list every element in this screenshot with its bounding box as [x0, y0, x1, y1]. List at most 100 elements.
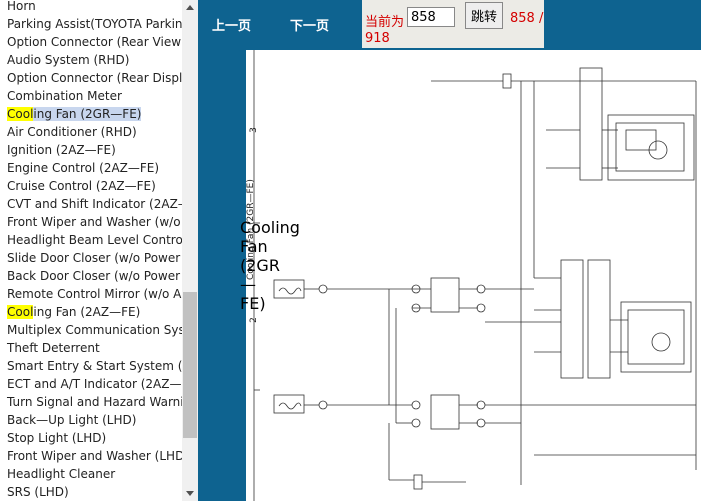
sidebar-item-label: Smart Entry & Start System (L: [7, 359, 182, 373]
sidebar-item-text: Front Wiper and Washer (LHD: [7, 449, 182, 463]
sidebar-item-label: Parking Assist(TOYOTA Parking: [7, 17, 182, 31]
sidebar-item-label: Remote Control Mirror (w/o Au: [7, 287, 182, 301]
sidebar-item-text: Cruise Control (2AZ—FE): [7, 179, 156, 193]
sidebar-item-text: Back—Up Light (LHD): [7, 413, 137, 427]
sidebar-item[interactable]: Cooling Fan (2AZ—FE): [0, 303, 182, 321]
sidebar-item-text: Option Connector (Rear Displa: [7, 71, 182, 85]
sidebar-item-label: Combination Meter: [7, 89, 122, 103]
scroll-up-button[interactable]: [182, 0, 198, 16]
diagram-viewer: Cooling Fan (2GR—FE) Cooling Fan (2GR—FE…: [210, 48, 701, 501]
sidebar-item[interactable]: Option Connector (Rear Displa: [0, 69, 182, 87]
sidebar-item-label: Air Conditioner (RHD): [7, 125, 137, 139]
sidebar-item[interactable]: Remote Control Mirror (w/o Au: [0, 285, 182, 303]
page-counter: 858 /: [510, 11, 544, 26]
sidebar-item-text: ing Fan (2AZ—FE): [33, 305, 141, 319]
sidebar-item[interactable]: CVT and Shift Indicator (2AZ—: [0, 195, 182, 213]
sidebar-item[interactable]: Cooling Fan (2GR—FE): [0, 105, 182, 123]
current-page-label: 当前为: [365, 15, 405, 30]
sidebar-item[interactable]: Combination Meter: [0, 87, 182, 105]
sidebar-item[interactable]: Horn: [0, 0, 182, 15]
sidebar-item-text: Turn Signal and Hazard Warnin: [7, 395, 182, 409]
wiring-diagram-page: Cooling Fan (2GR—FE) Cooling Fan (2GR—FE…: [240, 50, 701, 501]
next-page-link[interactable]: 下一页: [290, 15, 329, 34]
sidebar-item-label: Cruise Control (2AZ—FE): [7, 179, 156, 193]
diagram-title-text: Cooling Fan (2GR—FE): [246, 179, 256, 280]
page-number-input[interactable]: [407, 7, 455, 27]
toolbar: 上一页 下一页 当前为 跳转 858 / 918: [210, 0, 701, 48]
sidebar-item[interactable]: Multiplex Communication Syste: [0, 321, 182, 339]
sidebar-item-label: Back Door Closer (w/o Power: [7, 269, 180, 283]
arrow-up-icon: [186, 5, 194, 10]
sidebar-item-text: Option Connector (Rear View M: [7, 35, 182, 49]
sidebar-item-label: Audio System (RHD): [7, 53, 129, 67]
sidebar-item[interactable]: Theft Deterrent: [0, 339, 182, 357]
frame-splitter[interactable]: [198, 0, 210, 501]
sidebar-item[interactable]: Slide Door Closer (w/o Power: [0, 249, 182, 267]
sidebar-scrollbar[interactable]: [182, 0, 198, 501]
sidebar-item-label: SRS (LHD): [7, 485, 69, 499]
sidebar-item[interactable]: Engine Control (2AZ—FE): [0, 159, 182, 177]
sidebar-item-text: ECT and A/T Indicator (2AZ—F: [7, 377, 182, 391]
sidebar-item-label: Ignition (2AZ—FE): [7, 143, 116, 157]
scroll-thumb[interactable]: [183, 292, 197, 438]
sidebar-item[interactable]: Smart Entry & Start System (L: [0, 357, 182, 375]
sidebar-item[interactable]: ECT and A/T Indicator (2AZ—F: [0, 375, 182, 393]
sidebar-item-text: Headlight Cleaner: [7, 467, 116, 481]
prev-page-link[interactable]: 上一页: [212, 15, 251, 34]
sidebar-item-label: Multiplex Communication Syste: [7, 323, 182, 337]
sidebar-item-label: Option Connector (Rear View M: [7, 35, 182, 49]
sidebar-item[interactable]: Back Door Closer (w/o Power: [0, 267, 182, 285]
page-jump-panel: 当前为 跳转 858 / 918: [362, 0, 544, 48]
sidebar-item[interactable]: Option Connector (Rear View M: [0, 33, 182, 51]
arrow-down-icon: [186, 491, 194, 496]
search-highlight: Cool: [7, 305, 34, 319]
sidebar-item[interactable]: Turn Signal and Hazard Warnin: [0, 393, 182, 411]
sidebar-item-label: Headlight Cleaner: [7, 467, 115, 481]
sidebar-item[interactable]: SRS (LHD): [0, 483, 182, 501]
sidebar-item[interactable]: Ignition (2AZ—FE): [0, 141, 182, 159]
sidebar-item-label: ECT and A/T Indicator (2AZ—F: [7, 377, 182, 391]
sidebar-item-text: SRS (LHD): [7, 485, 69, 499]
sidebar-item-text: CVT and Shift Indicator (2AZ—: [7, 197, 182, 211]
sidebar-item-label: Option Connector (Rear Displa: [7, 71, 182, 85]
sidebar-item[interactable]: Parking Assist(TOYOTA Parking: [0, 15, 182, 33]
go-button[interactable]: 跳转: [465, 2, 503, 29]
wiring-diagram: [253, 50, 697, 501]
sidebar-item-text: Remote Control Mirror (w/o Au: [7, 287, 182, 301]
sidebar-item-text: Theft Deterrent: [7, 341, 100, 355]
sidebar-item-label: Turn Signal and Hazard Warnin: [7, 395, 182, 409]
sidebar-item[interactable]: Front Wiper and Washer (w/o A: [0, 213, 182, 231]
scroll-down-button[interactable]: [182, 485, 198, 501]
sidebar-item-label: Cooling Fan (2AZ—FE): [7, 305, 140, 319]
section-marker-2: 2: [248, 317, 259, 323]
sidebar-item-label: Front Wiper and Washer (LHD: [7, 449, 182, 463]
sidebar-item-text: Combination Meter: [7, 89, 122, 103]
sidebar-item-text: Slide Door Closer (w/o Power: [7, 251, 181, 265]
sidebar-item-text: Parking Assist(TOYOTA Parking: [7, 17, 182, 31]
sidebar-item-label: Slide Door Closer (w/o Power: [7, 251, 180, 265]
sidebar-item[interactable]: Audio System (RHD): [0, 51, 182, 69]
page-total: 918: [365, 31, 390, 46]
sidebar-item-text: Multiplex Communication Syste: [7, 323, 182, 337]
sidebar-item[interactable]: Air Conditioner (RHD): [0, 123, 182, 141]
sidebar-item-label: Stop Light (LHD): [7, 431, 106, 445]
sidebar-item-text: Air Conditioner (RHD): [7, 125, 137, 139]
sidebar-item-label: CVT and Shift Indicator (2AZ—: [7, 197, 182, 211]
sidebar-item[interactable]: Headlight Cleaner: [0, 465, 182, 483]
sidebar-item-text: Horn: [7, 0, 36, 13]
sidebar-item[interactable]: Back—Up Light (LHD): [0, 411, 182, 429]
sidebar-item[interactable]: Headlight Beam Level Control(: [0, 231, 182, 249]
sidebar-item-label: Theft Deterrent: [7, 341, 100, 355]
section-marker-3: 3: [248, 127, 259, 133]
sidebar-item-label: Horn: [7, 0, 36, 13]
sidebar-item[interactable]: Cruise Control (2AZ—FE): [0, 177, 182, 195]
sidebar-list: Horn Parking Assist(TOYOTA Parking Option …: [0, 0, 182, 501]
sidebar-item-label: Engine Control (2AZ—FE): [7, 161, 159, 175]
sidebar-item-label: Back—Up Light (LHD): [7, 413, 136, 427]
sidebar-item-text: Back Door Closer (w/o Power: [7, 269, 181, 283]
sidebar-item[interactable]: Front Wiper and Washer (LHD: [0, 447, 182, 465]
sidebar-item-text: Audio System (RHD): [7, 53, 130, 67]
sidebar-item[interactable]: Stop Light (LHD): [0, 429, 182, 447]
search-highlight: Cool: [7, 107, 34, 121]
sidebar: Horn Parking Assist(TOYOTA Parking Option …: [0, 0, 198, 501]
